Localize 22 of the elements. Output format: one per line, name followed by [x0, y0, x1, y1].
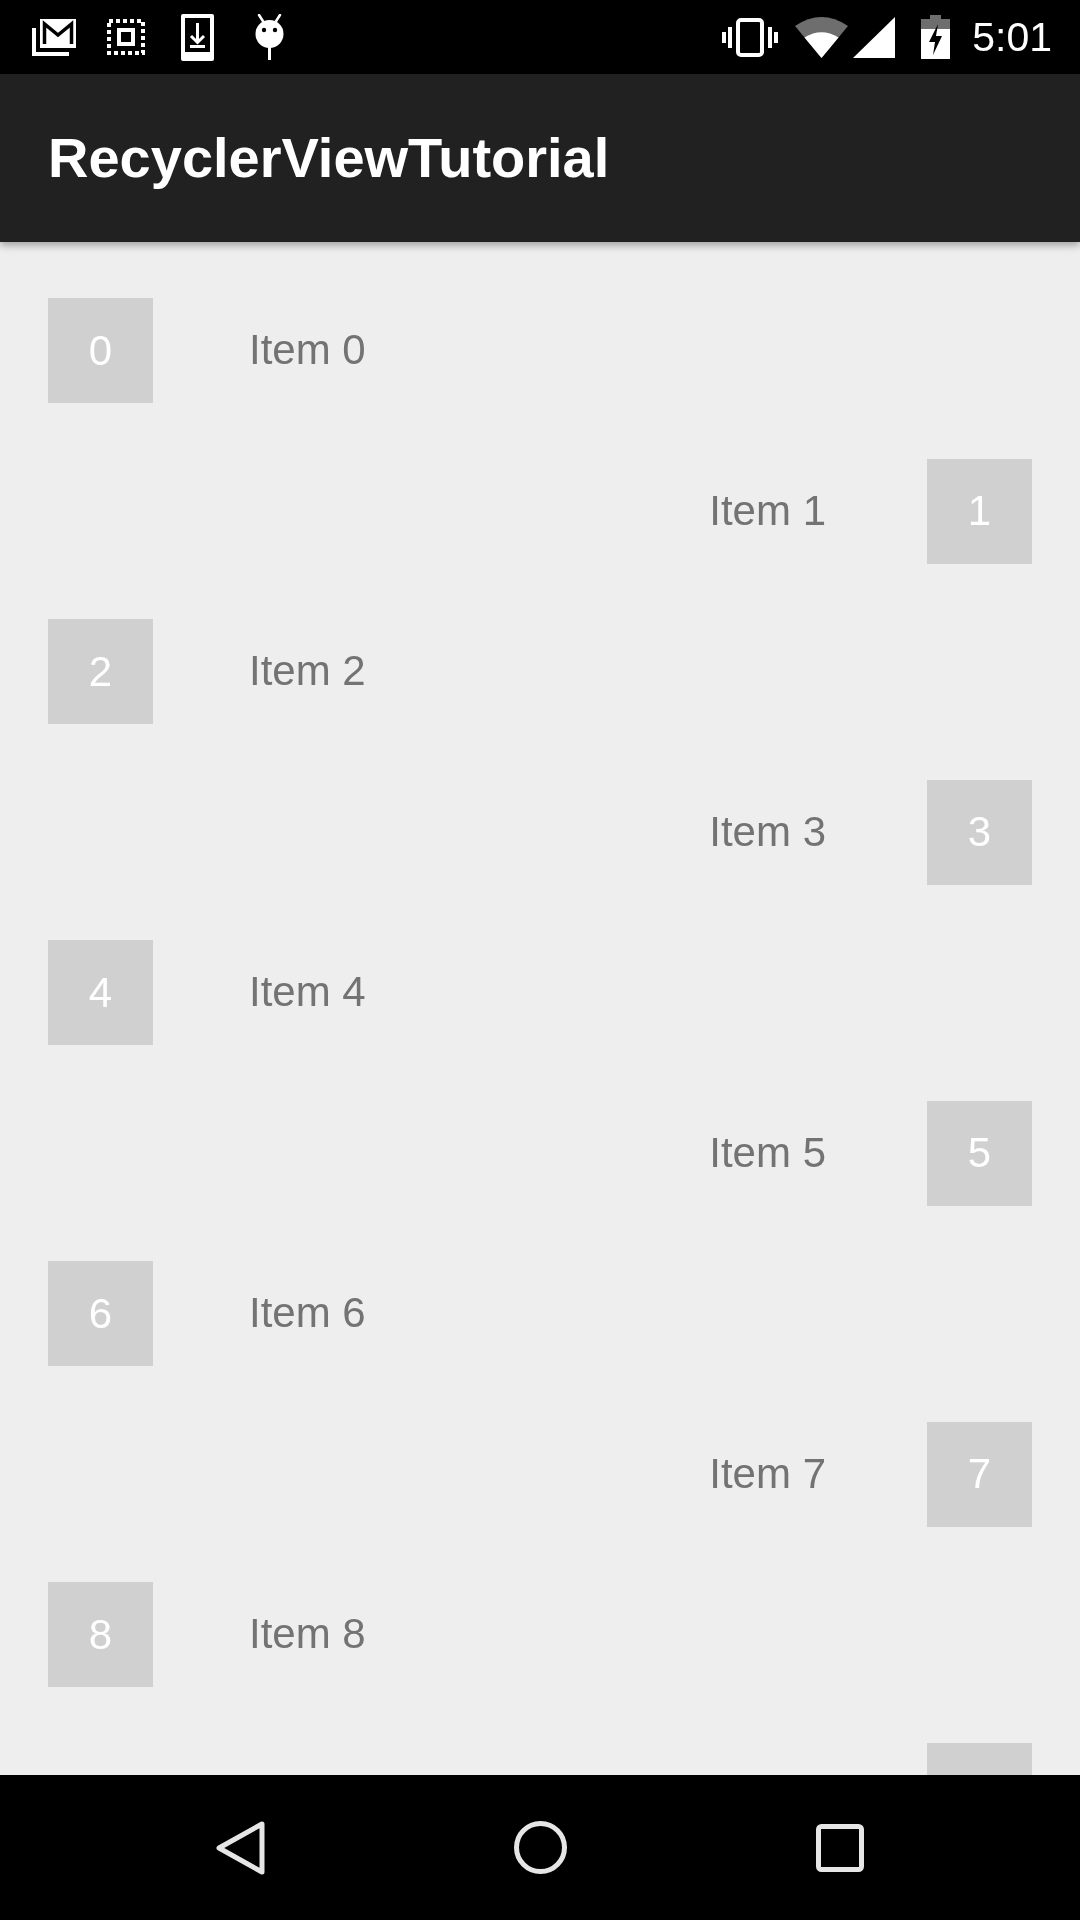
- item-label: Item 3: [709, 806, 826, 857]
- item-label: Item 7: [709, 1448, 826, 1499]
- item-label: Item 1: [709, 485, 826, 536]
- mail-icon: [32, 18, 76, 56]
- item-label: Item 4: [249, 967, 366, 1018]
- signal-icon: [853, 16, 896, 58]
- vibrate-icon: [722, 17, 779, 57]
- item-label: Item 0: [249, 325, 366, 376]
- recents-icon: [816, 1823, 864, 1872]
- item-label: Item 2: [249, 646, 366, 697]
- wifi-icon: [795, 16, 849, 58]
- battery-charging-icon: [921, 15, 951, 59]
- app-title: RecyclerViewTutorial: [48, 127, 610, 189]
- android-icon: [253, 14, 286, 60]
- item-label: Item 8: [249, 1609, 366, 1660]
- item-label: Item 5: [709, 1127, 826, 1178]
- screenshot-icon: [107, 19, 145, 55]
- home-icon: [513, 1821, 567, 1874]
- item-label: Item 6: [249, 1288, 366, 1339]
- status-time: 5:01: [972, 16, 1052, 58]
- back-icon: [215, 1820, 265, 1875]
- download-icon: [181, 13, 214, 61]
